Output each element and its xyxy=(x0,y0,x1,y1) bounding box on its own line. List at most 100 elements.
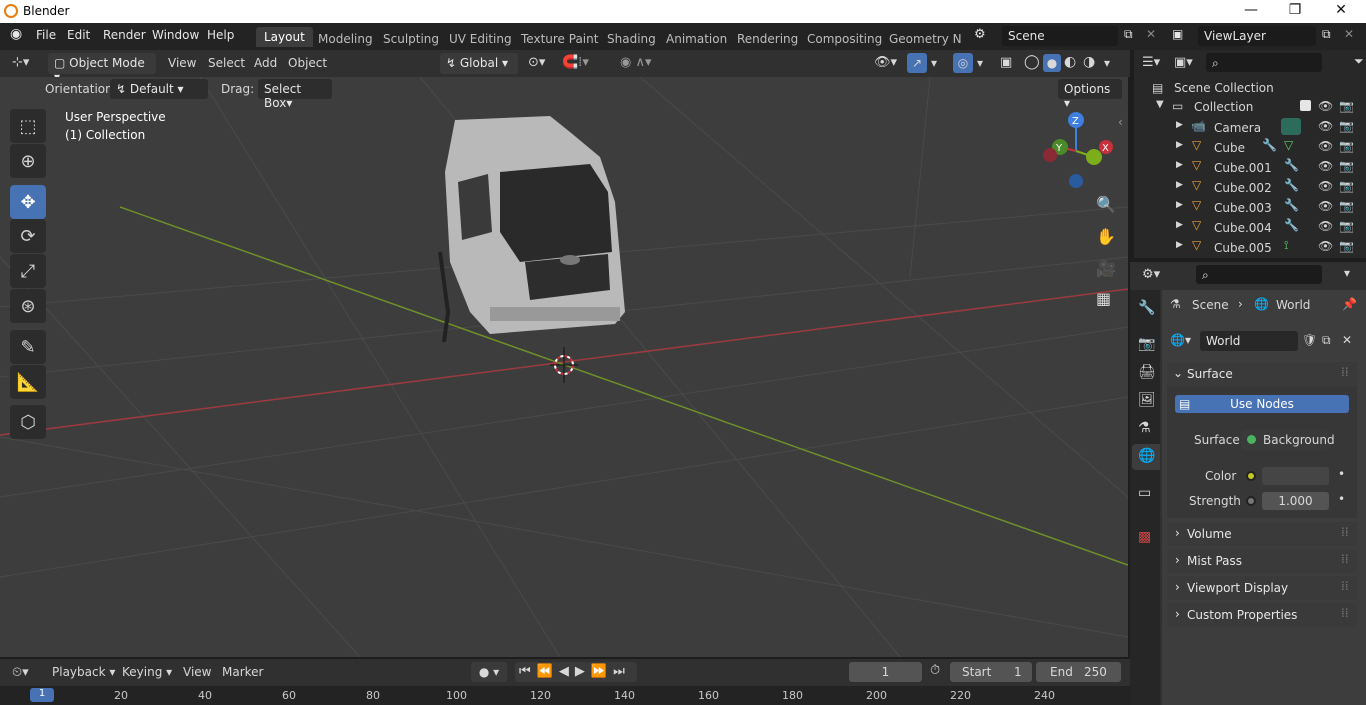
drag-handle-icon[interactable]: ⁞⁞ xyxy=(1341,365,1349,379)
overlays-dropdown-icon[interactable]: ▾ xyxy=(977,56,983,70)
menu-file[interactable]: File xyxy=(36,28,56,42)
cursor-tool[interactable]: ⊕ xyxy=(10,144,46,178)
camera-view-icon[interactable]: 🎥 xyxy=(1096,259,1116,278)
tab-sculpting[interactable]: Sculpting xyxy=(383,32,439,46)
modifier-wrench-icon[interactable]: 🔧 xyxy=(1284,178,1299,192)
outliner-item-cube-002[interactable]: ▶ ▽ Cube.002 🔧 👁 📷 xyxy=(1134,177,1366,197)
outliner-collection-row[interactable]: ▼ ▭ Collection 👁 📷 xyxy=(1134,97,1366,117)
tab-shading[interactable]: Shading xyxy=(607,32,656,46)
object-mode-dropdown[interactable]: ▢ Object Mode ▾ xyxy=(48,53,156,84)
tab-uv-editing[interactable]: UV Editing xyxy=(449,32,512,46)
transform-tool[interactable]: ⊛ xyxy=(10,289,46,323)
measure-tool[interactable]: 📐 xyxy=(10,365,46,399)
visibility-icon[interactable]: 👁▾ xyxy=(874,55,897,70)
visibility-eye-icon[interactable]: 👁 xyxy=(1318,179,1333,193)
wireframe-shading-icon[interactable]: ◯ xyxy=(1024,54,1040,70)
render-tab-icon[interactable]: 📷 xyxy=(1138,336,1155,352)
auto-keying-button[interactable]: ● ▾ xyxy=(471,662,507,682)
visibility-eye-icon[interactable]: 👁 xyxy=(1318,139,1333,153)
minimize-button[interactable]: — xyxy=(1236,2,1266,22)
keying-menu[interactable]: Keying ▾ xyxy=(122,665,172,679)
menu-render[interactable]: Render xyxy=(103,28,146,42)
render-camera-icon[interactable]: 📷 xyxy=(1339,179,1354,193)
render-camera-icon[interactable]: 📷 xyxy=(1339,159,1354,173)
properties-options-icon[interactable]: ▾ xyxy=(1344,266,1350,280)
camera-data-icon[interactable] xyxy=(1281,118,1301,135)
current-frame-field[interactable]: 1 xyxy=(849,662,922,682)
mist-pass-panel-header[interactable]: › Mist Pass ⁞⁞ xyxy=(1167,549,1357,573)
surface-shader-dropdown[interactable]: Background xyxy=(1241,430,1335,450)
scene-selector-icon[interactable]: ⚙ xyxy=(974,27,986,42)
visibility-eye-icon[interactable]: 👁 xyxy=(1318,239,1333,253)
visibility-eye-icon[interactable]: 👁 xyxy=(1318,119,1333,133)
visibility-eye-icon[interactable]: 👁 xyxy=(1318,159,1333,173)
menu-window[interactable]: Window xyxy=(152,28,199,42)
prev-keyframe-icon[interactable]: ⏪ xyxy=(537,664,559,679)
properties-search-input[interactable]: ⌕ xyxy=(1196,265,1322,284)
mesh-data-icon[interactable]: ▽ xyxy=(1284,138,1293,152)
expand-icon[interactable]: ▶ xyxy=(1176,180,1183,190)
start-frame-field[interactable]: Start 1 xyxy=(950,662,1032,682)
playback-controls[interactable]: ⏮⏪◀▶⏩⏭ xyxy=(515,662,637,682)
fake-user-shield-icon[interactable]: 🛡 xyxy=(1302,333,1317,347)
outliner-editor-icon[interactable]: ☰▾ xyxy=(1142,55,1160,70)
texture-tab-icon[interactable]: ▩ xyxy=(1138,529,1151,545)
expand-icon[interactable]: ▶ xyxy=(1176,120,1183,130)
color-socket-icon[interactable] xyxy=(1246,471,1256,481)
menu-view[interactable]: View xyxy=(168,56,196,70)
outliner-item-cube-003[interactable]: ▶ ▽ Cube.003 🔧 👁 📷 xyxy=(1134,197,1366,217)
tab-animation[interactable]: Animation xyxy=(666,32,727,46)
expand-icon[interactable]: ▶ xyxy=(1176,160,1183,170)
sidebar-toggle-icon[interactable]: ‹ xyxy=(1118,115,1123,129)
snap-icon[interactable]: 🧲⁞▾ xyxy=(562,55,589,70)
strength-socket-icon[interactable] xyxy=(1246,496,1256,506)
menu-help[interactable]: Help xyxy=(207,28,234,42)
view-layer-field[interactable]: ViewLayer xyxy=(1198,26,1316,46)
view-layer-icon[interactable]: ▣ xyxy=(1172,27,1183,41)
tool-tab-icon[interactable]: 🔧 xyxy=(1138,300,1155,316)
world-tab[interactable]: 🌐 xyxy=(1132,444,1160,470)
move-tool[interactable]: ✥ xyxy=(10,185,46,219)
jump-end-icon[interactable]: ⏭ xyxy=(613,664,631,679)
material-shading-icon[interactable]: ◐ xyxy=(1064,54,1076,70)
tab-layout[interactable]: Layout xyxy=(256,27,313,47)
visibility-eye-icon[interactable]: 👁 xyxy=(1318,99,1333,113)
3d-viewport[interactable]: User Perspective (1) Collection Orientat… xyxy=(0,77,1128,657)
current-frame-indicator[interactable]: 1 xyxy=(30,688,54,702)
menu-select[interactable]: Select xyxy=(208,56,245,70)
outliner-item-cube-001[interactable]: ▶ ▽ Cube.001 🔧 👁 📷 xyxy=(1134,157,1366,177)
navigation-gizmo[interactable]: Z Y X xyxy=(1038,109,1118,199)
visibility-eye-icon[interactable]: 👁 xyxy=(1318,219,1333,233)
next-keyframe-icon[interactable]: ⏩ xyxy=(591,664,613,679)
zoom-icon[interactable]: 🔍 xyxy=(1096,195,1116,214)
gizmo-toggle-icon[interactable]: ↗ xyxy=(907,53,927,73)
playback-menu[interactable]: Playback ▾ xyxy=(52,665,115,679)
tab-compositing[interactable]: Compositing xyxy=(807,32,882,46)
keyframe-dot-icon[interactable]: • xyxy=(1338,492,1345,506)
use-nodes-button[interactable]: ▤ Use Nodes xyxy=(1175,395,1349,413)
expand-icon[interactable]: ▼ xyxy=(1156,99,1164,110)
play-icon[interactable]: ▶ xyxy=(575,664,591,679)
stopwatch-icon[interactable]: ⏱ xyxy=(930,663,940,678)
modifier-wrench-icon[interactable]: 🔧 xyxy=(1284,198,1299,212)
output-tab-icon[interactable]: 🖨 xyxy=(1138,364,1156,380)
end-frame-field[interactable]: End 250 xyxy=(1036,662,1121,682)
outliner-item-cube-004[interactable]: ▶ ▽ Cube.004 🔧 👁 📷 xyxy=(1134,217,1366,237)
new-world-icon[interactable]: ⧉ xyxy=(1322,333,1331,348)
jump-start-icon[interactable]: ⏮ xyxy=(519,664,537,679)
timeline-editor-icon[interactable]: ⏲▾ xyxy=(12,665,29,680)
tab-geometry-nodes[interactable]: Geometry Noc xyxy=(889,32,961,46)
gizmo-dropdown-icon[interactable]: ▾ xyxy=(931,56,937,70)
expand-icon[interactable]: ▶ xyxy=(1176,200,1183,210)
unlink-world-icon[interactable]: ✕ xyxy=(1342,333,1352,347)
modifier-wrench-icon[interactable]: 🔧 xyxy=(1262,138,1277,152)
new-scene-icon[interactable]: ⧉ xyxy=(1124,27,1133,42)
transform-orientation-dropdown[interactable]: ↯ Global ▾ xyxy=(440,53,518,74)
collection-checkbox[interactable] xyxy=(1300,100,1311,111)
menu-add[interactable]: Add xyxy=(254,56,277,70)
pan-hand-icon[interactable]: ✋ xyxy=(1096,227,1116,246)
filter-icon[interactable]: ⏷ xyxy=(1354,54,1364,69)
display-mode-icon[interactable]: ▣▾ xyxy=(1174,55,1193,70)
blender-menu-icon[interactable]: ◉ xyxy=(10,26,22,42)
modifier-wrench-icon[interactable]: 🔧 xyxy=(1284,158,1299,172)
